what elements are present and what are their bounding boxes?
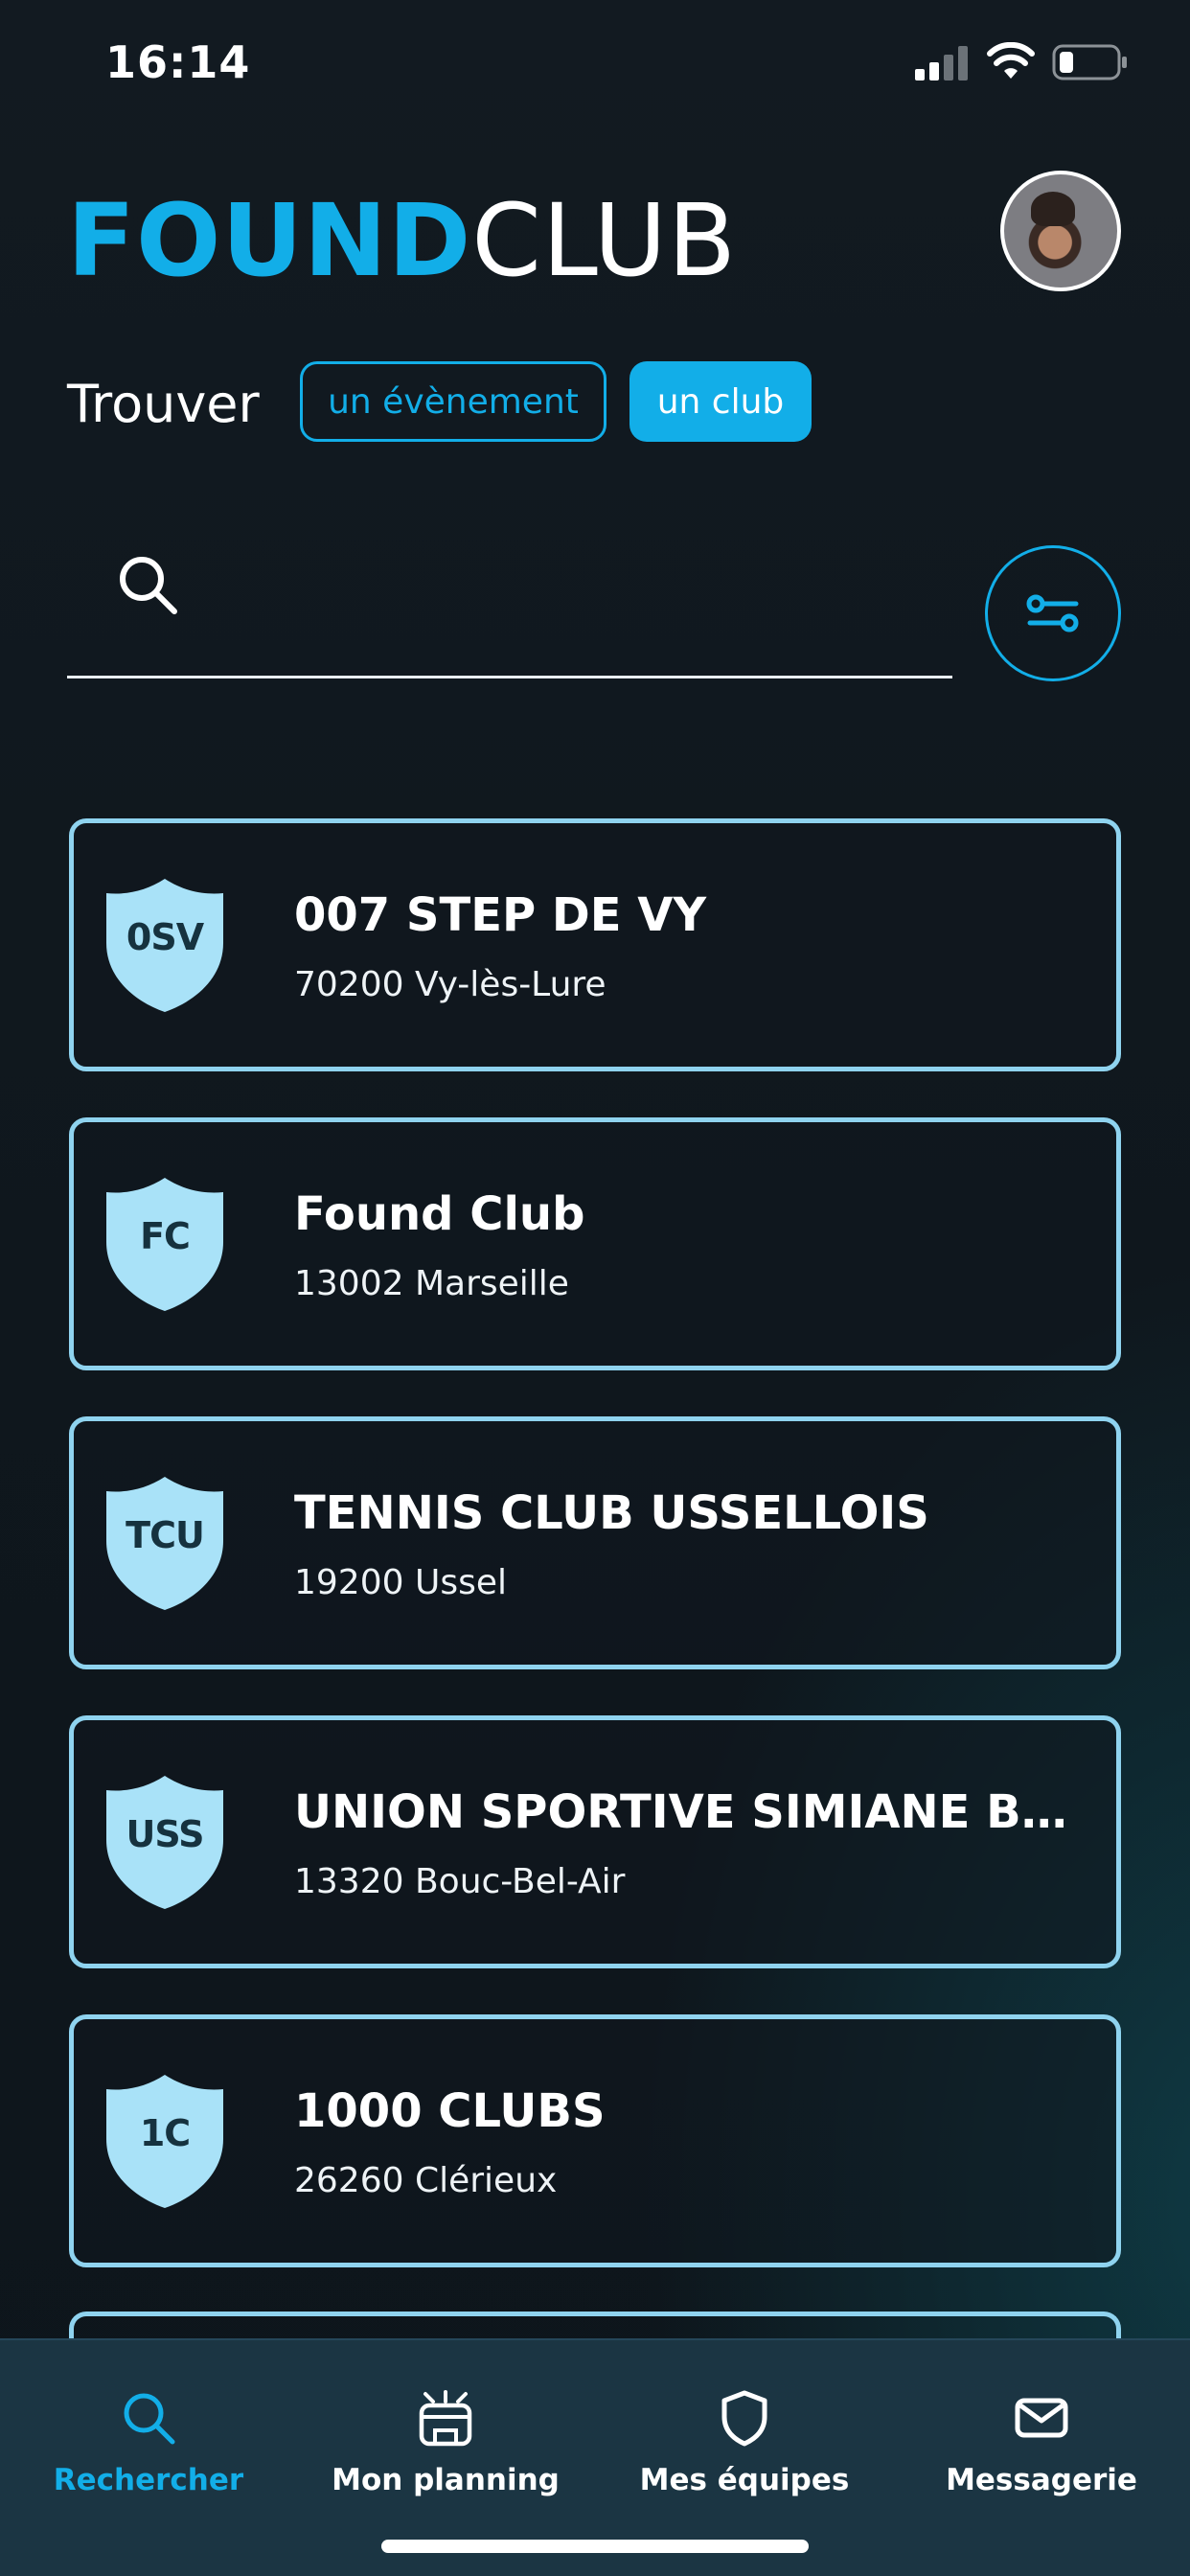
logo-club: CLUB (471, 182, 738, 299)
wifi-icon (987, 42, 1035, 79)
calendar-icon (419, 2390, 472, 2447)
search-underline (67, 676, 952, 678)
shield-icon (721, 2390, 767, 2447)
club-initials: FC (140, 1215, 191, 1257)
find-label: Trouver (67, 374, 260, 434)
tab-label: Messagerie (946, 2463, 1137, 2497)
club-card[interactable]: TCU TENNIS CLUB USSELLOIS 19200 Ussel (69, 1416, 1121, 1669)
club-crest-icon: FC (103, 1175, 227, 1314)
club-name: TENNIS CLUB USSELLOIS (294, 1486, 929, 1540)
club-crest-icon: USS (103, 1773, 227, 1912)
club-crest-icon: 1C (103, 2072, 227, 2211)
club-card[interactable]: 0SV 007 STEP DE VY 70200 Vy-lès-Lure (69, 818, 1121, 1071)
signal-icon (915, 46, 968, 80)
club-card[interactable]: 1C 1000 CLUBS 26260 Clérieux (69, 2014, 1121, 2267)
club-initials: 0SV (126, 916, 204, 958)
search-icon (124, 2393, 175, 2445)
tab-mes-equipes[interactable]: Mes équipes (596, 2340, 893, 2532)
club-initials: USS (126, 1813, 205, 1855)
club-card[interactable]: FC Found Club 13002 Marseille (69, 1117, 1121, 1370)
tab-label: Mon planning (332, 2463, 560, 2497)
app-logo: FOUNDCLUB (67, 182, 737, 299)
club-location: 13320 Bouc-Bel-Air (294, 1862, 626, 1901)
club-card[interactable]: USS UNION SPORTIVE SIMIANE BO... 13320 B… (69, 1715, 1121, 1968)
club-name: Found Club (294, 1187, 585, 1241)
club-location: 19200 Ussel (294, 1563, 507, 1602)
filter-button[interactable] (985, 545, 1121, 681)
event-filter-button[interactable]: un évènement (300, 361, 606, 442)
club-initials: TCU (126, 1514, 205, 1556)
club-name: 007 STEP DE VY (294, 888, 707, 942)
club-location: 13002 Marseille (294, 1264, 569, 1303)
club-filter-button[interactable]: un club (629, 361, 812, 442)
tab-rechercher[interactable]: Rechercher (0, 2340, 297, 2532)
tab-messagerie[interactable]: Messagerie (893, 2340, 1190, 2532)
club-name: UNION SPORTIVE SIMIANE BO... (294, 1785, 1099, 1839)
tab-label: Mes équipes (639, 2463, 850, 2497)
avatar[interactable] (1000, 171, 1121, 291)
search-input[interactable] (201, 546, 939, 623)
club-crest-icon: 0SV (103, 876, 227, 1015)
mail-icon (1015, 2398, 1068, 2438)
tab-mon-planning[interactable]: Mon planning (297, 2340, 594, 2532)
club-name: 1000 CLUBS (294, 2084, 606, 2138)
tab-label: Rechercher (53, 2463, 244, 2497)
logo-found: FOUND (67, 182, 472, 299)
search-icon (120, 557, 177, 614)
club-location: 26260 Clérieux (294, 2161, 558, 2200)
sliders-icon (1026, 594, 1079, 632)
home-indicator[interactable] (381, 2540, 809, 2553)
club-initials: 1C (139, 2112, 191, 2154)
status-bar: 16:14 (0, 0, 1190, 134)
club-location: 70200 Vy-lès-Lure (294, 965, 606, 1004)
battery-icon (1052, 44, 1127, 80)
club-crest-icon: TCU (103, 1474, 227, 1613)
status-time: 16:14 (105, 36, 251, 88)
